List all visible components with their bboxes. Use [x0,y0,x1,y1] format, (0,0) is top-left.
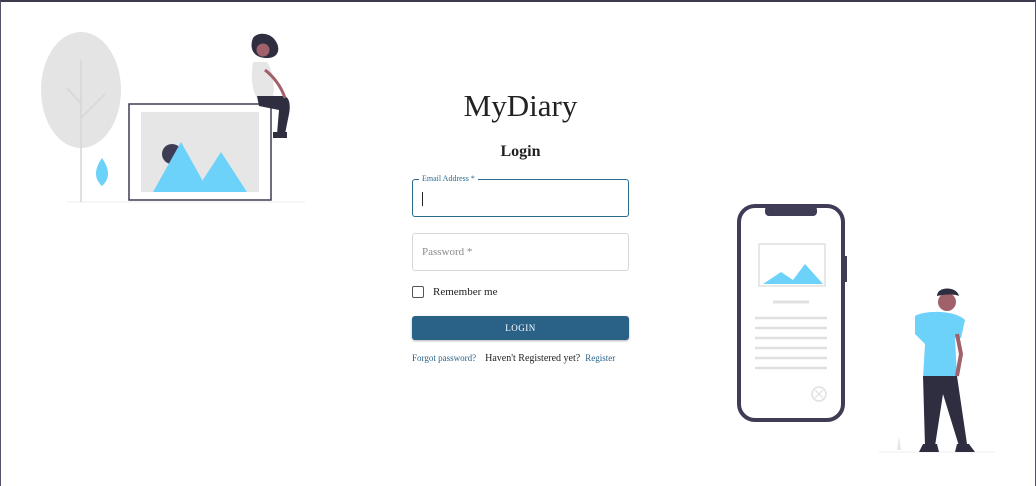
forgot-password-link[interactable]: Forgot password? [412,353,476,363]
not-registered-text: Haven't Registered yet? [485,353,581,364]
drop-icon [95,158,109,186]
register-link[interactable]: Register [585,353,615,363]
email-input[interactable] [413,180,628,216]
login-heading: Login [500,143,541,160]
login-button[interactable]: LOGIN [412,316,629,340]
email-field[interactable]: Email Address * [412,174,629,217]
auth-links: Forgot password? Haven't Registered yet?… [412,353,629,364]
password-input[interactable] [413,234,628,270]
app-title: MyDiary [463,88,578,123]
smartphone-icon [737,204,847,422]
man-figure [915,288,975,452]
remember-me-row[interactable]: Remember me [412,285,629,299]
password-field[interactable] [412,233,629,271]
remember-me-label: Remember me [433,286,498,298]
photo-frame-illustration [41,32,305,203]
remember-me-checkbox[interactable] [412,286,424,298]
phone-man-illustration [737,204,995,453]
login-form: MyDiary Login Email Address * Remember m… [412,82,629,364]
tree-icon [41,32,121,202]
text-caret [422,192,423,206]
